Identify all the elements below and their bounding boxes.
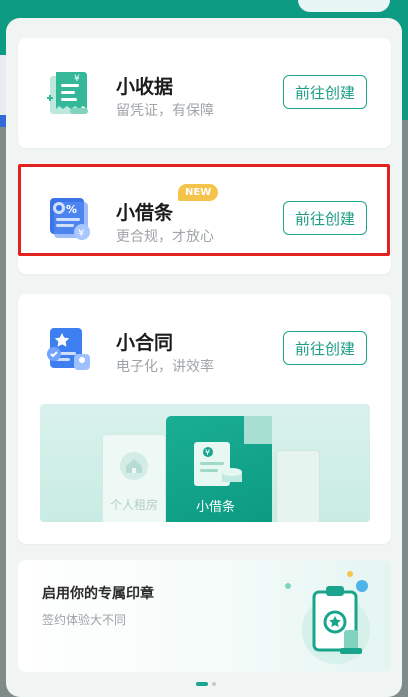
create-contract-button[interactable]: 前往创建 xyxy=(283,331,367,365)
svg-text:¥: ¥ xyxy=(78,228,84,239)
receipt-icon: ¥ xyxy=(47,72,88,114)
card-subtitle: 留凭证，有保障 xyxy=(116,103,214,119)
seal-banner-subtitle: 签约体验大不同 xyxy=(42,613,127,627)
template-preview[interactable]: 个人租房 ¥ 小借条 xyxy=(40,404,370,522)
seal-banner-title: 启用你的专属印章 xyxy=(42,586,154,602)
svg-text:¥: ¥ xyxy=(74,74,80,84)
card-title: 小借条 xyxy=(116,202,174,224)
bottom-sheet: ¥ 小收据 留凭证，有保障 前往创建 % ¥ 小借条 NEW 更合规，才放心 前… xyxy=(6,18,402,697)
receipt-card[interactable]: ¥ 小收据 留凭证，有保障 前往创建 xyxy=(18,38,391,148)
pager-dot-active[interactable] xyxy=(196,682,208,686)
next-template-card[interactable] xyxy=(276,450,320,522)
contract-icon xyxy=(47,328,90,370)
create-loan-note-button[interactable]: 前往创建 xyxy=(283,201,367,235)
card-subtitle: 更合规，才放心 xyxy=(116,229,214,245)
card-subtitle: 电子化，讲效率 xyxy=(116,359,214,375)
svg-text:¥: ¥ xyxy=(205,448,210,457)
house-icon xyxy=(120,452,148,480)
card-title: 小收据 xyxy=(116,76,174,98)
loan-note-icon: % ¥ xyxy=(50,198,90,240)
header-pill xyxy=(298,0,390,12)
loan-template-label: 小借条 xyxy=(196,500,236,515)
create-receipt-button[interactable]: 前往创建 xyxy=(283,75,367,109)
contract-card[interactable]: 小合同 电子化，讲效率 前往创建 个人租房 ¥ 小借条 xyxy=(18,294,391,544)
rental-template-label: 个人租房 xyxy=(110,498,159,512)
pager-dot[interactable] xyxy=(212,682,216,686)
seal-clipboard-icon xyxy=(285,571,370,664)
page-fold xyxy=(244,416,272,444)
svg-text:%: % xyxy=(66,203,77,216)
loan-note-card[interactable]: % ¥ 小借条 NEW 更合规，才放心 前往创建 xyxy=(18,164,391,274)
seal-banner[interactable]: 启用你的专属印章 签约体验大不同 xyxy=(18,560,391,672)
loan-document-icon: ¥ xyxy=(194,442,242,486)
new-badge: NEW xyxy=(178,184,219,201)
card-title: 小合同 xyxy=(116,332,174,354)
